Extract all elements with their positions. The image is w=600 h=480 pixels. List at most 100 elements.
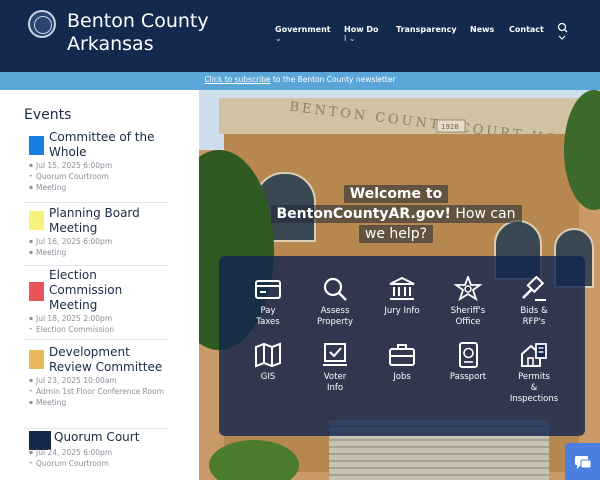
label-line2: &: [530, 383, 538, 393]
label-line2: Property: [317, 317, 353, 327]
site-title-line1: Benton County: [67, 10, 209, 32]
quick-link-label: Passport: [449, 372, 487, 382]
nav-news[interactable]: News: [470, 24, 494, 35]
nav-contact-label: Contact: [509, 25, 544, 34]
nav-news-label: News: [470, 25, 495, 34]
gavel-icon: [522, 276, 546, 301]
calendar-icon: ▪: [29, 315, 34, 322]
quick-link-bids-rfps[interactable]: Bids & RFP's: [499, 276, 569, 328]
label-line1: Bids &: [520, 306, 548, 316]
quick-link-permits-inspections[interactable]: Permits & Inspections: [499, 342, 569, 405]
label-line2: Info: [326, 383, 344, 393]
location-pin-icon: •: [29, 388, 33, 395]
quick-link-label: GIS: [260, 372, 276, 382]
event-category-text: Meeting: [36, 398, 67, 407]
label-line1: Permits: [518, 372, 550, 382]
event-category: ▪ Meeting: [24, 247, 168, 258]
event-title[interactable]: Election Commission Meeting: [49, 268, 168, 313]
event-location-text: Quorum Courtroom: [36, 459, 109, 468]
event-location-text: Admin 1st Floor Conference Room: [36, 387, 164, 396]
label-line2: RFP's: [522, 317, 546, 327]
quick-link-voter-info[interactable]: Voter Info: [300, 342, 370, 394]
quick-links-panel: Pay Taxes Assess Property Jury Info Sher…: [219, 256, 585, 436]
quick-link-pay-taxes[interactable]: Pay Taxes: [233, 276, 303, 328]
event-location: • Election Commission: [24, 324, 168, 335]
welcome-line1: Welcome to: [343, 185, 449, 203]
event-item: Planning Board Meeting ▪ Jul 16, 2025 6:0…: [24, 206, 168, 266]
welcome-message: Welcome to BentonCountyAR.gov! How can w…: [261, 183, 531, 243]
nav-government-label: Government: [275, 25, 331, 34]
nav-how-do-i-label2: I: [344, 34, 347, 43]
quick-link-sheriffs-office[interactable]: Sheriff's Office: [433, 276, 503, 328]
nav-transparency[interactable]: Transparency: [396, 24, 457, 35]
quick-link-passport[interactable]: Passport: [433, 342, 503, 383]
event-location: • Quorum Courtroom: [24, 458, 168, 469]
event-title[interactable]: Development Review Committee: [49, 345, 168, 375]
welcome-line2: BentonCountyAR.gov! How can: [270, 205, 522, 223]
ballot-icon: [323, 343, 347, 366]
event-date-text: Jul 15, 2025 6:00pm: [36, 161, 113, 170]
location-pin-icon: •: [29, 460, 33, 467]
banner-rest-text: to the Benton County newsletter: [270, 75, 396, 84]
welcome-question: How can: [450, 206, 516, 222]
quick-link-label: Jobs: [393, 372, 411, 382]
event-date: ▪ Jul 16, 2025 6:00pm: [24, 236, 168, 247]
quick-link-label: Permits & Inspections: [499, 372, 569, 405]
site-header: Benton County Arkansas Government ⌄ How …: [0, 0, 600, 72]
label-line1: Pay: [260, 306, 276, 316]
site-title[interactable]: Benton County Arkansas: [67, 10, 209, 56]
map-icon: [255, 342, 281, 368]
event-title[interactable]: Quorum Court: [49, 430, 168, 445]
quick-link-label: Jury Info: [384, 306, 420, 316]
briefcase-icon: [389, 344, 415, 366]
quick-link-label: Voter Info: [300, 372, 370, 394]
event-date-text: Jul 23, 2025 10:00am: [36, 376, 117, 385]
quick-link-label: Pay Taxes: [233, 306, 303, 328]
event-title[interactable]: Committee of the Whole: [49, 130, 168, 160]
quick-link-gis[interactable]: GIS: [233, 342, 303, 383]
calendar-icon: ▪: [29, 162, 34, 169]
sheriff-star-icon: [454, 276, 482, 302]
location-pin-icon: •: [29, 326, 33, 333]
calendar-icon: ▪: [29, 377, 34, 384]
nav-contact[interactable]: Contact: [509, 24, 544, 35]
event-item: Development Review Committee ▪ Jul 23, 20…: [24, 345, 168, 429]
chat-button[interactable]: [565, 443, 600, 480]
event-color-swatch: [29, 211, 44, 230]
event-category: ▪ Meeting: [24, 397, 168, 408]
newsletter-banner: Click to subscribe to the Benton County …: [0, 72, 600, 90]
nav-how-do-i-label: How Do: [344, 25, 379, 34]
event-color-swatch: [29, 136, 44, 155]
magnifier-icon: [323, 277, 347, 301]
quick-link-assess-property[interactable]: Assess Property: [300, 276, 370, 328]
permits-icon: [521, 343, 547, 367]
nav-how-do-i[interactable]: How Do I ⌄: [344, 24, 379, 43]
nav-government[interactable]: Government ⌄: [275, 24, 331, 43]
nav-transparency-label: Transparency: [396, 25, 457, 34]
quick-link-jobs[interactable]: Jobs: [367, 342, 437, 383]
chevron-down-icon: ⌄: [275, 34, 282, 43]
passport-icon: [459, 342, 478, 368]
label-line2: Taxes: [256, 317, 280, 327]
courthouse-year: 1928: [441, 123, 459, 131]
quick-link-label: Bids & RFP's: [499, 306, 569, 328]
event-date: ▪ Jul 15, 2025 6:00pm: [24, 160, 168, 171]
event-date-text: Jul 18, 2025 2:00pm: [36, 314, 113, 323]
quick-link-jury-info[interactable]: Jury Info: [367, 276, 437, 317]
county-seal-logo[interactable]: [28, 10, 56, 38]
courthouse-cornice: BENTON COUNTY COURT HOUSE 1928: [219, 98, 598, 152]
welcome-site-name: BentonCountyAR.gov!: [276, 206, 451, 222]
events-sidebar: Events Committee of the Whole ▪ Jul 15, 2…: [0, 90, 199, 480]
event-item: Quorum Court ▪ Jul 24, 2025 6:00pm • Quoru…: [24, 430, 168, 480]
event-category: ▪ Meeting: [24, 182, 168, 193]
search-button[interactable]: [556, 21, 570, 43]
subscribe-link[interactable]: Click to subscribe: [204, 75, 270, 84]
events-heading: Events: [24, 107, 72, 123]
event-item: Committee of the Whole ▪ Jul 15, 2025 6:0…: [24, 130, 168, 203]
event-title[interactable]: Planning Board Meeting: [49, 206, 168, 236]
banner-text: Click to subscribe to the Benton County …: [0, 75, 600, 84]
courthouse-icon: [389, 276, 415, 300]
event-color-swatch: [29, 282, 44, 301]
quick-link-label: Sheriff's Office: [433, 306, 503, 328]
chevron-glyph: ⌄: [348, 34, 356, 43]
